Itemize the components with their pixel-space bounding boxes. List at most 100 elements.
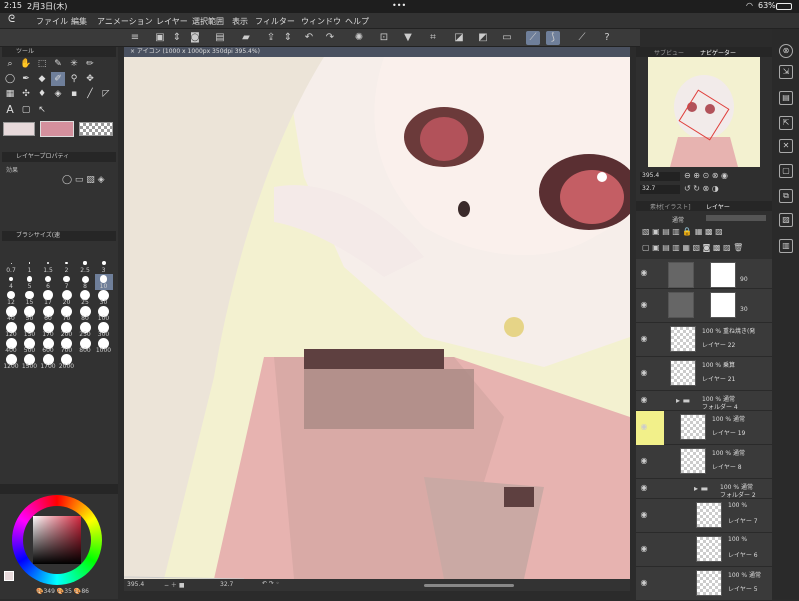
layer-row[interactable]: ◉ ▸ ▬ 100 % 通常 フォルダー 2 (636, 479, 772, 499)
opacity-slider[interactable] (706, 215, 766, 221)
layer-row[interactable]: ◉ 100 % 通常 レイヤー 19 (636, 411, 772, 445)
brush-size-cell[interactable]: 600 (39, 337, 57, 354)
import-icon[interactable]: ⇲ (779, 65, 793, 79)
ruler-icon[interactable]: ◸ (99, 87, 113, 101)
brush-size-cell[interactable]: 12 (2, 290, 20, 306)
select-all-icon[interactable]: ◪ (452, 31, 466, 45)
brush-size-cell[interactable]: 15 (21, 290, 39, 306)
layer-row[interactable]: ◉ 100 % 通常 レイヤー 8 (636, 445, 772, 479)
ruler-pen-icon[interactable]: ⟋ (575, 31, 589, 45)
close-file-icon[interactable]: ✕ (779, 139, 793, 153)
brush-size-cell[interactable]: 8 (76, 274, 94, 290)
brush-size-cell[interactable]: 100 (95, 305, 113, 322)
gradient-icon[interactable]: ▪ (67, 87, 81, 101)
brush-size-cell[interactable]: 30 (95, 289, 113, 306)
object-select-icon[interactable]: ↖ (35, 103, 49, 117)
brush-size-cell[interactable]: 800 (76, 337, 94, 354)
brush-size-cell[interactable]: 150 (21, 321, 39, 338)
crop-icon[interactable]: ⌗ (426, 31, 440, 45)
sub-color-swatch[interactable] (40, 121, 74, 137)
brush-size-cell[interactable]: 0.7 (2, 258, 20, 274)
brush-size-cell[interactable]: 1200 (2, 353, 20, 370)
layer-row[interactable]: ◉ 100 % 重ね焼き(発 レイヤー 22 (636, 323, 772, 357)
nav-zoom-input[interactable]: 395.4 (640, 172, 680, 181)
brush-size-cell[interactable]: 200 (58, 321, 76, 338)
brush-size-cell[interactable]: 25 (76, 289, 94, 306)
layer-row[interactable]: ◉ 30 (636, 289, 772, 323)
copy-icon[interactable]: ⧉ (779, 189, 793, 203)
brush-size-cell[interactable]: 6 (39, 274, 57, 290)
footer-angle[interactable]: 32.7 (220, 581, 233, 588)
document-tab[interactable]: × アイコン (1000 x 1000px 350dpi 395.4%) (124, 47, 630, 57)
eraser-icon[interactable]: ◆ (35, 72, 49, 86)
layer-row[interactable]: ◉ 100 % レイヤー 7 (636, 499, 772, 533)
lasso-icon[interactable]: ◯ (3, 72, 17, 86)
brush-icon[interactable]: ✒ (19, 72, 33, 86)
brush-size-cell[interactable]: 1700 (39, 353, 57, 370)
brush-size-cell[interactable]: 7 (58, 274, 76, 290)
save-icon[interactable]: ▤ (213, 31, 227, 45)
select-icon[interactable]: ⬚ (35, 57, 49, 71)
blend-mode-select[interactable]: 通常 (672, 215, 684, 224)
eye-icon[interactable]: ◉ (638, 510, 650, 522)
invert-icon[interactable]: ◩ (476, 31, 490, 45)
brush-size-cell[interactable]: 1 (21, 258, 39, 274)
nav-zoom-icons[interactable]: ⊖ ⊕ ⊙ ⊗ ◉ (684, 171, 728, 180)
zoom-icon[interactable]: ⌕ (3, 57, 17, 71)
brush-size-cell[interactable]: 3 (95, 258, 113, 274)
brush-size-cell[interactable]: 20 (58, 290, 76, 306)
brush-size-cell[interactable]: 300 (95, 321, 113, 338)
help-icon[interactable]: ? (600, 31, 614, 45)
menu-file[interactable]: ファイル (36, 16, 68, 27)
layer-row[interactable]: ◉ 90 (636, 259, 772, 289)
text-icon[interactable]: A (3, 103, 17, 117)
brush-size-cell[interactable]: 250 (76, 321, 94, 338)
effect-icons[interactable]: ◯ ▭ ▧ ◈ (62, 175, 105, 185)
brush-size-cell[interactable]: 70 (58, 305, 76, 322)
rotate-icons[interactable]: ↶ ↷ ◦ (262, 580, 279, 587)
brush-size-cell[interactable]: 40 (2, 305, 20, 322)
tab-navigator[interactable]: ナビゲーター (700, 48, 736, 57)
line-icon[interactable]: ╱ (83, 87, 97, 101)
drop-icon[interactable]: ♦ (35, 87, 49, 101)
brush-size-cell[interactable]: 1500 (21, 353, 39, 370)
new-document-icon[interactable]: ▣ (153, 31, 167, 45)
nav-rotate-icons[interactable]: ↺ ↻ ⊗ ◑ (684, 184, 719, 193)
brush-size-cell[interactable]: 1000 (95, 337, 113, 354)
tab-layer[interactable]: レイヤー (706, 202, 730, 211)
nav-angle-input[interactable]: 32.7 (640, 185, 680, 194)
menu-animation[interactable]: アニメーション (97, 16, 153, 27)
transparent-swatch[interactable] (79, 122, 113, 136)
horizontal-scrollbar[interactable] (424, 584, 514, 587)
stepper-icon-2[interactable]: ⇕ (281, 31, 295, 45)
eyedropper-icon[interactable]: ⚲ (67, 72, 81, 86)
export-file-icon[interactable]: ⇱ (779, 116, 793, 130)
eye-icon[interactable]: ◉ (638, 456, 650, 468)
doc-icon[interactable]: ▢ (779, 164, 793, 178)
brush-size-cell[interactable]: 80 (76, 305, 94, 322)
eye-icon[interactable]: ◉ (638, 422, 650, 434)
bucket-icon[interactable]: ◈ (51, 87, 65, 101)
layer-row[interactable]: ◉ 100 % 通常 レイヤー 5 (636, 567, 772, 601)
eye-icon[interactable]: ◉ (638, 544, 650, 556)
brush-size-cell[interactable]: 400 (2, 337, 20, 354)
menu-help[interactable]: ヘルプ (345, 16, 369, 27)
layer-move-icon[interactable]: ✣ (19, 87, 33, 101)
airbrush-icon[interactable]: ✐ (51, 72, 65, 86)
layer-action-icons[interactable]: ▢ ▣ ▤ ▥ ▦ ▧ ◙ ▩ ▨ 🗑 (642, 243, 743, 252)
pen-mode-icon[interactable]: ⟋ (526, 31, 540, 45)
brush-size-cell[interactable]: 17 (39, 290, 57, 306)
settings-icon[interactable]: ⊗ (779, 44, 793, 58)
layer-lock-icons[interactable]: ▧ ▣ ▤ ▥ 🔒 ▦ ▩ ▨ (642, 227, 723, 236)
tab-material[interactable]: 素材[イラスト] (650, 202, 691, 211)
blend-icon[interactable]: ▦ (3, 87, 17, 101)
menu-edit[interactable]: 編集 (71, 16, 87, 27)
brush-size-cell[interactable]: 4 (2, 274, 20, 290)
sparkle-icon[interactable]: ✳ (67, 57, 81, 71)
eye-icon[interactable]: ◉ (638, 578, 650, 590)
brush-size-cell[interactable]: 500 (21, 337, 39, 354)
eye-icon[interactable]: ◉ (638, 300, 650, 312)
undo-icon[interactable]: ↶ (302, 31, 316, 45)
transform-icon[interactable]: ✺ (352, 31, 366, 45)
menu-view[interactable]: 表示 (232, 16, 248, 27)
